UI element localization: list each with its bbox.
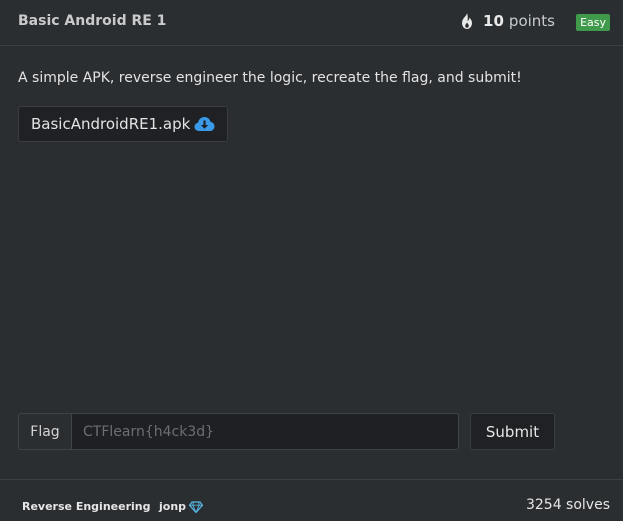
author-link[interactable]: jonp [159, 500, 204, 513]
download-file-button[interactable]: BasicAndroidRE1.apk [18, 106, 229, 142]
flame-icon [462, 13, 473, 29]
flag-input[interactable] [72, 413, 459, 450]
points-value: 10 [483, 12, 504, 30]
cloud-download-icon [194, 117, 215, 131]
diamond-icon [189, 500, 204, 513]
card-header: Basic Android RE 1 10 points Easy [0, 0, 623, 46]
points-label: points [508, 12, 555, 30]
flag-input-group: Flag [18, 413, 459, 450]
challenge-description: A simple APK, reverse engineer the logic… [18, 70, 522, 86]
solves-count: 3254 solves [525, 497, 610, 513]
challenge-title: Basic Android RE 1 [18, 13, 167, 29]
challenge-card: Basic Android RE 1 10 points Easy A simp… [0, 0, 623, 521]
category-link[interactable]: Reverse Engineering [22, 500, 150, 513]
card-footer: Reverse Engineering · jonp 3254 solves [0, 479, 623, 521]
footer-separator: · [146, 498, 150, 512]
submit-button[interactable]: Submit [470, 413, 555, 450]
file-name: BasicAndroidRE1.apk [31, 115, 191, 133]
points-display: 10 points [459, 12, 555, 30]
flag-label: Flag [18, 413, 72, 450]
difficulty-badge: Easy [576, 14, 610, 31]
author-name: jonp [159, 500, 187, 513]
